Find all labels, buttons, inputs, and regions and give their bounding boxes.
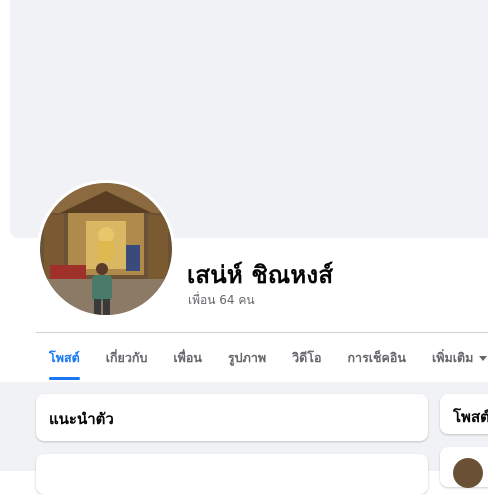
tab-label: วิดีโอ xyxy=(292,350,322,365)
tab-label: เพื่อน xyxy=(173,350,202,365)
tab-label: เพิ่มเติม xyxy=(431,350,474,365)
intro-card: แนะนำตัว xyxy=(36,394,428,441)
posts-card: โพสต์ xyxy=(440,394,488,434)
friends-count[interactable]: เพื่อน 64 คน xyxy=(188,291,255,310)
tab-videos[interactable]: วิดีโอ xyxy=(292,336,321,380)
profile-name: เสน่ห์ ชิณหงส์ xyxy=(187,261,334,289)
caret-down-icon xyxy=(479,355,488,361)
tab-checkins[interactable]: การเช็คอิน xyxy=(347,336,405,380)
profile-avatar[interactable] xyxy=(37,180,175,318)
post-author-avatar[interactable] xyxy=(453,458,483,488)
tab-about[interactable]: เกี่ยวกับ xyxy=(106,336,148,380)
tab-label: เกี่ยวกับ xyxy=(105,350,148,365)
content-area: แนะนำตัว โพสต์ xyxy=(0,382,488,494)
post-item-card xyxy=(440,447,488,488)
tab-posts[interactable]: โพสต์ xyxy=(49,336,80,380)
intro-details-card xyxy=(36,454,428,494)
tab-divider xyxy=(36,332,488,333)
tab-label: โพสต์ xyxy=(49,350,80,365)
tab-more[interactable]: เพิ่มเติม xyxy=(431,336,488,380)
profile-tabs: โพสต์ เกี่ยวกับ เพื่อน รูปภาพ วิดีโอ การ… xyxy=(36,336,488,380)
tab-friends[interactable]: เพื่อน xyxy=(173,336,202,380)
tab-label: รูปภาพ xyxy=(227,350,267,365)
intro-card-title: แนะนำตัว xyxy=(49,410,114,428)
posts-card-title: โพสต์ xyxy=(453,408,488,426)
tab-photos[interactable]: รูปภาพ xyxy=(228,336,266,380)
tab-label: การเช็คอิน xyxy=(347,350,406,365)
avatar-photo xyxy=(40,183,172,315)
